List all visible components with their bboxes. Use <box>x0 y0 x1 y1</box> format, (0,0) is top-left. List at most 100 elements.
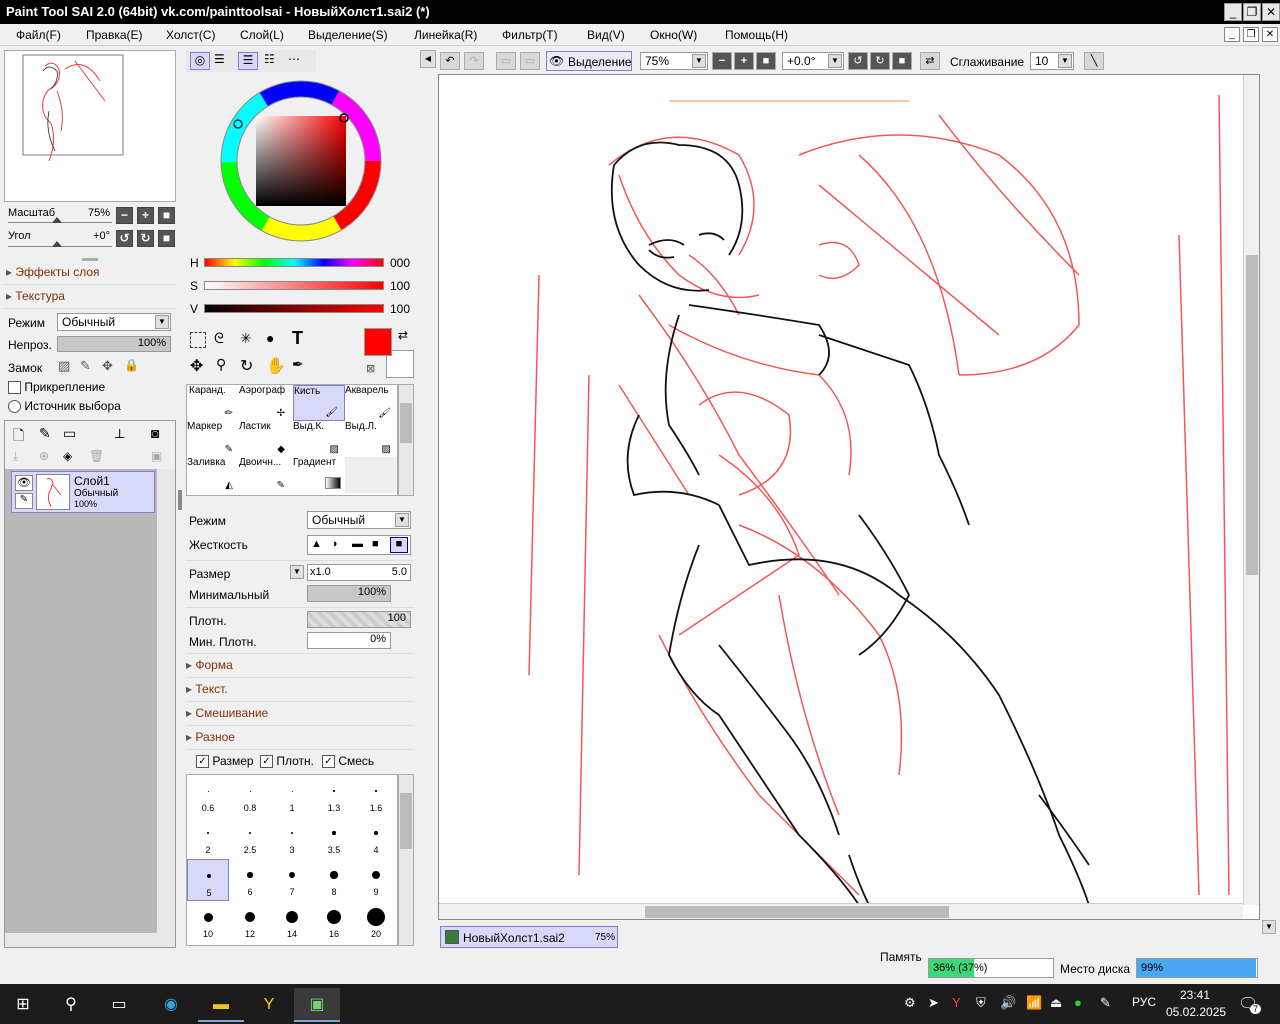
canvas-rotate-reset-button[interactable]: ■ <box>892 52 912 70</box>
panel-splitter[interactable] <box>82 258 98 261</box>
magic-wand-icon[interactable]: ✳ <box>240 330 252 347</box>
hardness-medium-icon[interactable]: ◗ <box>332 538 339 550</box>
menu-window[interactable]: Окно(W) <box>650 28 697 42</box>
hardness-selector[interactable]: ▲ ◗ ▬ ■ ■ <box>307 535 411 555</box>
brush-size-cell[interactable]: 9 <box>355 859 397 901</box>
menu-filter[interactable]: Фильтр(T) <box>502 28 558 42</box>
swap-colors-icon[interactable]: ⇄ <box>398 328 408 342</box>
brush-size-cell[interactable]: 4 <box>355 817 397 859</box>
volume-icon[interactable]: 🔊 <box>1000 995 1016 1011</box>
tool-bucket[interactable]: Заливка ◭ <box>187 457 239 493</box>
hue-slider[interactable] <box>204 258 384 267</box>
menu-selection[interactable]: Выделение(S) <box>308 28 388 42</box>
text-tool-icon[interactable]: T <box>292 328 303 349</box>
layer-scrollbar[interactable] <box>157 469 175 947</box>
deselect-icon[interactable]: ▭ <box>496 52 516 70</box>
move-icon[interactable]: ✥ <box>190 356 203 376</box>
tool-watercolor[interactable]: Акварель 🖌 <box>345 385 397 421</box>
size-grid-scrollbar[interactable] <box>398 774 414 946</box>
new-folder-icon[interactable]: ▭ <box>63 425 76 442</box>
task-view-icon[interactable]: ▭ <box>96 988 142 1022</box>
zoom-tool-icon[interactable]: ⚲ <box>216 356 226 373</box>
lasso-icon[interactable]: ᘓ <box>214 330 224 347</box>
checkbox-box[interactable] <box>8 381 21 395</box>
canvas-vscrollbar[interactable] <box>1243 75 1259 905</box>
language-indicator[interactable]: РУС <box>1132 995 1156 1009</box>
canvas-hscrollbar[interactable] <box>439 903 1243 919</box>
tool-gradient[interactable]: Градиент <box>293 457 345 493</box>
lock-paint-icon[interactable]: ✎ <box>80 358 91 374</box>
tool-binary[interactable]: Двоичн... ✎ <box>239 457 291 493</box>
flip-horizontal-icon[interactable]: ⇄ <box>920 52 940 70</box>
canvas-zoom-in-button[interactable]: + <box>734 52 754 70</box>
tool-marker[interactable]: Маркер ✎ <box>187 421 239 457</box>
tool-select-pen[interactable]: Выд.К. ▨ <box>293 421 345 457</box>
new-layer-icon[interactable]: 🗋 <box>13 425 24 449</box>
size-slider[interactable]: x1.0 5.0 <box>307 564 411 581</box>
min-density-slider[interactable]: 0% <box>307 632 391 649</box>
color-wheel-tab-icon[interactable]: ◎ <box>190 52 210 70</box>
new-linework-layer-icon[interactable]: ✎ <box>39 425 51 442</box>
copy-layer-icon[interactable]: ⊕ <box>39 449 49 463</box>
brush-size-cell[interactable]: 20 <box>355 901 397 943</box>
brush-size-cell[interactable]: 3 <box>271 817 313 859</box>
menu-view[interactable]: Вид(V) <box>587 28 625 42</box>
menu-edit[interactable]: Правка(E) <box>86 28 143 42</box>
tool-pencil[interactable]: Каранд. ✏ <box>187 385 239 421</box>
eyedropper-icon[interactable]: ✒ <box>292 356 304 373</box>
scroll-thumb[interactable] <box>400 403 412 443</box>
straight-line-icon[interactable]: ╲ <box>1084 52 1104 70</box>
scroll-thumb[interactable] <box>645 906 949 918</box>
brush-size-cell[interactable]: 1 <box>271 775 313 817</box>
panel-splitter[interactable] <box>178 490 182 510</box>
hand-icon[interactable]: ✋ <box>266 356 286 376</box>
mdi-restore-button[interactable]: ❐ <box>1243 27 1259 42</box>
hardness-hard-icon[interactable]: ■ <box>372 538 379 550</box>
brush-size-cell[interactable]: 1.6 <box>355 775 397 817</box>
restore-button[interactable]: ❐ <box>1243 3 1261 21</box>
canvas-angle-select[interactable]: +0.0° ▼ <box>782 52 844 70</box>
layer-opacity-slider[interactable]: 100% <box>57 336 171 352</box>
shape-icon[interactable]: ● <box>266 330 274 346</box>
hardness-firm-icon[interactable]: ▬ <box>352 538 363 550</box>
density-check[interactable]: ✓ Плотн. <box>260 754 314 769</box>
brush-size-cell[interactable]: 1.3 <box>313 775 355 817</box>
steam-icon[interactable]: ⚙ <box>904 995 916 1011</box>
invert-selection-icon[interactable]: ▭ <box>520 52 540 70</box>
brush-size-cell[interactable]: 7 <box>271 859 313 901</box>
size-multiplier-dropdown[interactable]: ▼ <box>290 565 304 579</box>
windows-security-icon[interactable]: ⛨ <box>976 995 986 1011</box>
search-icon[interactable]: ⚲ <box>48 988 94 1022</box>
yandex-browser-icon[interactable]: Y <box>246 988 292 1022</box>
tool-brush[interactable]: Кисть 🖌 <box>293 385 345 421</box>
primary-color-swatch[interactable] <box>364 328 392 356</box>
menu-help[interactable]: Помощь(H) <box>725 28 788 42</box>
layer-effects-expander[interactable]: Эффекты слоя <box>6 265 99 279</box>
scratchpad-tab-icon[interactable]: ⋯ <box>288 52 300 66</box>
transparent-color-icon[interactable]: ⊠ <box>366 362 375 375</box>
menu-layer[interactable]: Слой(L) <box>240 28 284 42</box>
size-check[interactable]: ✓ Размер <box>196 754 254 769</box>
brush-size-cell[interactable]: 0.8 <box>229 775 271 817</box>
angle-slider-handle[interactable] <box>52 241 62 247</box>
yandex-tray-icon[interactable]: Y <box>952 995 961 1010</box>
painttool-sai-taskbar-icon[interactable]: ▣ <box>294 988 340 1022</box>
density-slider[interactable]: 100 <box>307 611 411 628</box>
menu-ruler[interactable]: Линейка(R) <box>414 28 477 42</box>
brush-size-cell[interactable]: 5 <box>187 859 229 901</box>
mask-icon[interactable]: ◙ <box>151 425 159 441</box>
value-slider[interactable] <box>204 304 384 313</box>
canvas-zoom-out-button[interactable]: − <box>712 52 732 70</box>
brush-size-cell[interactable]: 16 <box>313 901 355 943</box>
lock-move-icon[interactable]: ✥ <box>102 358 113 374</box>
lock-all-icon[interactable]: 🔒 <box>124 358 139 372</box>
misc-expander[interactable]: Разное <box>186 730 235 744</box>
file-explorer-icon[interactable]: ▬ <box>198 988 244 1022</box>
brush-size-cell[interactable]: 10 <box>187 901 229 943</box>
texture-expander[interactable]: Текстура <box>6 289 65 303</box>
mdi-minimize-button[interactable]: _ <box>1224 27 1240 42</box>
swatches-tab-icon[interactable]: ☷ <box>264 52 275 66</box>
scroll-thumb[interactable] <box>400 793 412 849</box>
layer-item[interactable]: 👁 ✎ Слой1 Обычный 100% <box>11 471 155 513</box>
usb-icon[interactable]: ⏏ <box>1050 995 1062 1011</box>
